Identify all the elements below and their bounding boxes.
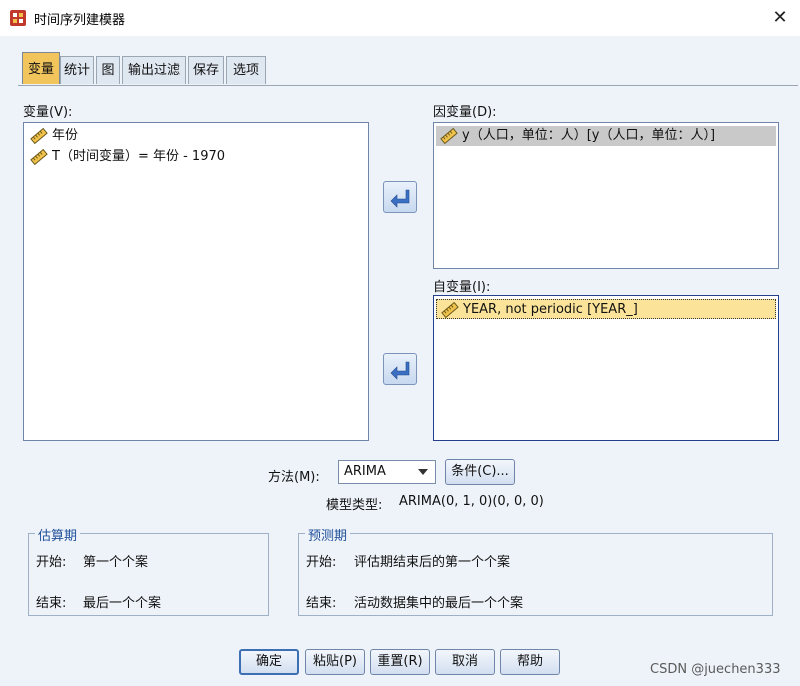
close-icon: ✕ <box>772 7 788 28</box>
window-title: 时间序列建模器 <box>34 13 126 28</box>
forecast-period-group: 预测期 开始: 评估期结束后的第一个个案 结束: 活动数据集中的最后一个个案 <box>298 525 773 616</box>
paste-button[interactable]: 粘贴(P) <box>305 649 365 675</box>
watermark: CSDN @juechen333 <box>650 662 781 677</box>
ruler-icon <box>440 127 458 144</box>
tab-label: 图 <box>101 63 115 78</box>
variable-name: YEAR, not periodic [YEAR_] <box>463 302 638 317</box>
tab-label: 选项 <box>232 63 259 78</box>
independent-label: 自变量(I): <box>433 280 491 295</box>
estimation-start-value: 第一个个案 <box>83 555 149 570</box>
criteria-button[interactable]: 条件(C)... <box>445 459 515 485</box>
forecast-end-value: 活动数据集中的最后一个个案 <box>354 596 524 611</box>
app-icon <box>10 10 26 26</box>
tab-plots[interactable]: 图 <box>96 56 120 84</box>
tab-label: 统计 <box>64 63 91 78</box>
move-to-dependent-button[interactable] <box>383 181 417 213</box>
dependent-item[interactable]: y（人口，单位：人）[y（人口，单位：人）] <box>436 126 776 146</box>
variable-name: y（人口，单位：人）[y（人口，单位：人）] <box>462 128 716 143</box>
tab-statistics[interactable]: 统计 <box>60 56 94 84</box>
variables-list[interactable]: 年份 T（时间变量）= 年份 - 1970 <box>23 122 369 441</box>
close-button[interactable]: ✕ <box>764 4 796 32</box>
tab-label: 输出过滤 <box>127 63 180 78</box>
forecast-start-value: 评估期结束后的第一个个案 <box>354 555 511 570</box>
arrow-right-icon <box>390 189 410 208</box>
variables-label: 变量(V): <box>23 105 73 120</box>
move-to-independent-button[interactable] <box>383 353 417 385</box>
arrow-right-icon <box>390 361 410 380</box>
ruler-icon <box>30 148 48 165</box>
ruler-icon <box>441 301 459 318</box>
forecast-end-label: 结束: <box>306 596 337 611</box>
estimation-end-value: 最后一个个案 <box>83 596 162 611</box>
variable-name: T（时间变量）= 年份 - 1970 <box>52 149 226 164</box>
tab-strip: 变量 统计 图 输出过滤 保存 选项 <box>18 52 798 86</box>
forecast-start-label: 开始: <box>306 555 337 570</box>
reset-button[interactable]: 重置(R) <box>370 649 430 675</box>
variable-name: 年份 <box>52 128 79 143</box>
tab-variables[interactable]: 变量 <box>22 52 60 84</box>
estimation-period-group: 估算期 开始: 第一个个案 结束: 最后一个个案 <box>28 525 269 616</box>
help-button[interactable]: 帮助 <box>500 649 560 675</box>
method-label: 方法(M): <box>268 470 320 485</box>
model-type-value: ARIMA(0, 1, 0)(0, 0, 0) <box>399 494 544 509</box>
forecast-period-title: 预测期 <box>305 525 351 544</box>
estimation-period-title: 估算期 <box>35 525 81 544</box>
method-select[interactable]: ARIMA <box>338 460 436 484</box>
independent-list[interactable]: YEAR, not periodic [YEAR_] <box>433 295 779 441</box>
tab-output-filter[interactable]: 输出过滤 <box>122 56 186 84</box>
ok-button[interactable]: 确定 <box>239 649 299 675</box>
chevron-down-icon <box>418 469 428 475</box>
ruler-icon <box>30 127 48 144</box>
method-value: ARIMA <box>344 464 386 479</box>
dependent-list[interactable]: y（人口，单位：人）[y（人口，单位：人）] <box>433 122 779 269</box>
estimation-end-label: 结束: <box>36 596 67 611</box>
tab-save[interactable]: 保存 <box>188 56 224 84</box>
tab-label: 变量 <box>27 62 54 77</box>
tab-label: 保存 <box>192 63 219 78</box>
independent-item[interactable]: YEAR, not periodic [YEAR_] <box>436 299 776 319</box>
tab-divider <box>18 85 798 86</box>
estimation-start-label: 开始: <box>36 555 67 570</box>
tab-options[interactable]: 选项 <box>226 56 266 84</box>
list-item[interactable]: T（时间变量）= 年份 - 1970 <box>30 147 225 167</box>
cancel-button[interactable]: 取消 <box>435 649 495 675</box>
list-item[interactable]: 年份 <box>30 126 78 146</box>
dependent-label: 因变量(D): <box>433 105 497 120</box>
model-type-label: 模型类型: <box>326 498 383 513</box>
